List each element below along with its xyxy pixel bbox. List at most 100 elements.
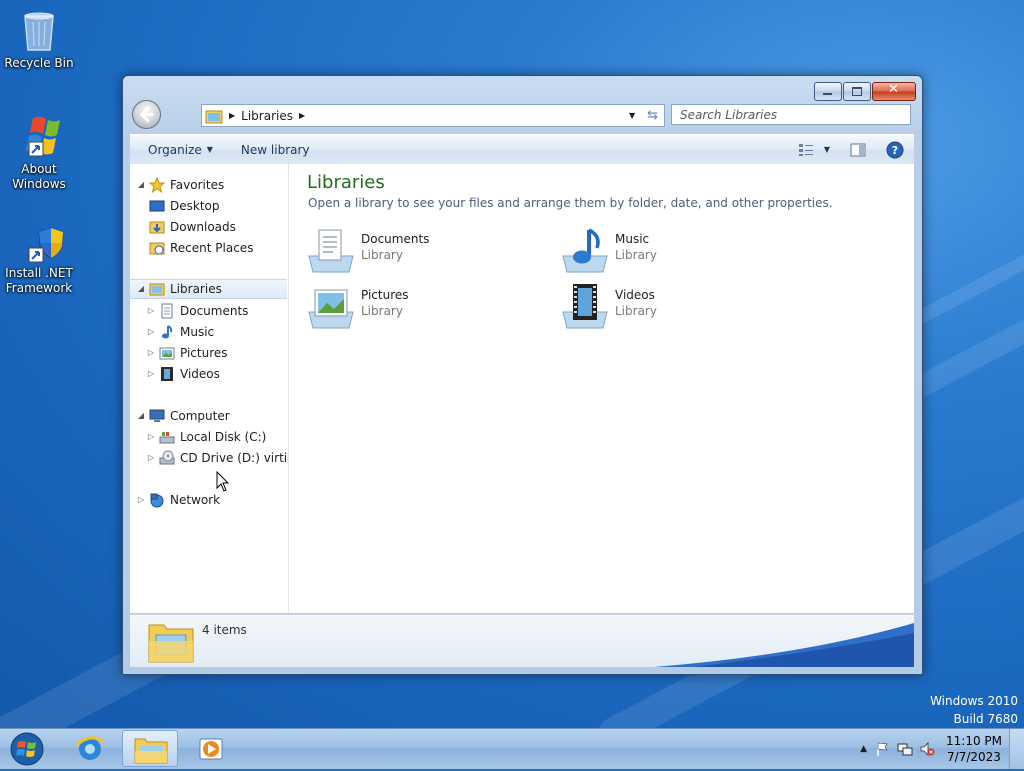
nav-computer[interactable]: ◢ Computer bbox=[136, 406, 230, 426]
library-documents[interactable]: Documents Library bbox=[307, 226, 537, 276]
search-input[interactable]: Search Libraries bbox=[671, 104, 911, 125]
pictures-icon bbox=[159, 345, 175, 361]
recycle-bin-label: Recycle Bin bbox=[4, 56, 74, 70]
libraries-folder-large-icon bbox=[148, 624, 194, 663]
explorer-folder-icon bbox=[134, 738, 168, 764]
clock-date: 7/7/2023 bbox=[947, 750, 1001, 764]
search-placeholder: Search Libraries bbox=[680, 107, 778, 122]
nav-local-disk-label: Local Disk (C:) bbox=[180, 430, 267, 444]
address-bar[interactable]: ▶ Libraries ▶ ▼ ⇆ bbox=[201, 104, 665, 127]
install-net-label-1: Install .NET bbox=[5, 266, 73, 280]
collapsed-triangle-icon[interactable]: ▷ bbox=[146, 301, 156, 321]
library-music[interactable]: Music Library bbox=[561, 226, 791, 276]
start-button[interactable] bbox=[6, 731, 48, 767]
chevron-down-icon: ▼ bbox=[206, 145, 213, 154]
computer-icon bbox=[149, 408, 165, 424]
nav-videos[interactable]: ▷ Videos bbox=[146, 364, 220, 384]
minimize-icon bbox=[823, 93, 832, 95]
collapsed-triangle-icon[interactable]: ▷ bbox=[146, 448, 156, 468]
nav-documents-label: Documents bbox=[180, 304, 249, 318]
recycle-bin-icon bbox=[15, 6, 63, 54]
watermark-line-2: Build 7680 bbox=[953, 712, 1018, 726]
nav-computer-label: Computer bbox=[170, 409, 230, 423]
recycle-bin-desktop-icon[interactable]: Recycle Bin bbox=[1, 6, 77, 71]
organize-label: Organize bbox=[148, 142, 202, 157]
action-center-flag-icon[interactable] bbox=[875, 741, 891, 757]
breadcrumb-libraries[interactable]: Libraries bbox=[241, 109, 293, 123]
nav-local-disk[interactable]: ▷ Local Disk (C:) bbox=[146, 427, 266, 447]
show-hidden-icons-chevron-icon[interactable]: ▲ bbox=[860, 744, 867, 754]
nav-desktop-label: Desktop bbox=[170, 199, 220, 213]
chevron-down-icon: ▼ bbox=[823, 145, 830, 154]
clock[interactable]: 11:10 PM 7/7/2023 bbox=[939, 733, 1009, 765]
library-videos[interactable]: Videos Library bbox=[561, 282, 791, 332]
page-description: Open a library to see your files and arr… bbox=[308, 196, 833, 210]
libraries-view: Libraries Open a library to see your fil… bbox=[289, 164, 914, 613]
system-tray: ▲ 11:10 PM 7/7/2023 bbox=[860, 729, 1024, 769]
collapsed-triangle-icon[interactable]: ▷ bbox=[136, 490, 146, 510]
maximize-button[interactable] bbox=[843, 82, 871, 101]
nav-desktop[interactable]: Desktop bbox=[146, 196, 220, 216]
breadcrumb-chevron-icon[interactable]: ▶ bbox=[229, 111, 235, 120]
downloads-folder-icon bbox=[149, 219, 165, 235]
preview-pane-button[interactable] bbox=[840, 143, 876, 157]
nav-music[interactable]: ▷ Music bbox=[146, 322, 214, 342]
breadcrumb-chevron-icon[interactable]: ▶ bbox=[299, 111, 305, 120]
change-view-button[interactable]: ▼ bbox=[788, 143, 840, 157]
library-videos-type: Library bbox=[615, 304, 657, 318]
start-orb-icon bbox=[10, 732, 44, 766]
expanded-triangle-icon[interactable]: ◢ bbox=[136, 406, 146, 426]
mouse-cursor-icon bbox=[216, 471, 230, 492]
taskbar-internet-explorer[interactable] bbox=[62, 730, 118, 767]
nav-cd-drive[interactable]: ▷ CD Drive (D:) virtio-w bbox=[146, 448, 288, 468]
library-music-type: Library bbox=[615, 248, 657, 262]
nav-network-label: Network bbox=[170, 493, 221, 507]
minimize-button[interactable] bbox=[814, 82, 842, 101]
close-button[interactable]: ✕ bbox=[872, 82, 916, 101]
collapsed-triangle-icon[interactable]: ▷ bbox=[146, 343, 156, 363]
nav-pictures[interactable]: ▷ Pictures bbox=[146, 343, 228, 363]
nav-documents[interactable]: ▷ Documents bbox=[146, 301, 248, 321]
recent-places-icon bbox=[149, 240, 165, 256]
address-dropdown-icon[interactable]: ▼ bbox=[629, 111, 635, 120]
taskbar: ▲ 11:10 PM 7/7/2023 bbox=[0, 728, 1024, 769]
collapsed-triangle-icon[interactable]: ▷ bbox=[146, 364, 156, 384]
library-pictures[interactable]: Pictures Library bbox=[307, 282, 537, 332]
back-button[interactable] bbox=[132, 100, 161, 129]
star-icon bbox=[148, 176, 166, 194]
help-button[interactable]: ? bbox=[876, 141, 914, 159]
install-net-desktop-icon[interactable]: Install .NET Framework bbox=[1, 216, 77, 296]
refresh-icon[interactable]: ⇆ bbox=[647, 108, 658, 123]
expanded-triangle-icon[interactable]: ◢ bbox=[136, 279, 146, 299]
taskbar-windows-explorer[interactable] bbox=[122, 730, 178, 767]
library-documents-type: Library bbox=[361, 248, 403, 262]
nav-network[interactable]: ▷ Network bbox=[136, 490, 220, 510]
back-arrow-icon bbox=[139, 106, 154, 123]
volume-muted-icon[interactable] bbox=[919, 741, 935, 757]
collapsed-triangle-icon[interactable]: ▷ bbox=[146, 427, 156, 447]
watermark-line-1: Windows 2010 bbox=[930, 694, 1018, 708]
organize-button[interactable]: Organize ▼ bbox=[138, 143, 223, 157]
details-swoosh-decoration bbox=[654, 623, 914, 667]
help-icon: ? bbox=[886, 141, 904, 158]
nav-downloads-label: Downloads bbox=[170, 220, 236, 234]
collapsed-triangle-icon[interactable]: ▷ bbox=[146, 322, 156, 342]
explorer-window: ✕ ▶ Libraries ▶ ▼ ⇆ Search Libraries Org… bbox=[122, 75, 923, 675]
nav-downloads[interactable]: Downloads bbox=[146, 217, 236, 237]
nav-recent-places[interactable]: Recent Places bbox=[146, 238, 253, 258]
taskbar-media-player[interactable] bbox=[182, 730, 238, 767]
nav-pictures-label: Pictures bbox=[180, 346, 228, 360]
new-library-button[interactable]: New library bbox=[231, 143, 320, 157]
preview-pane-icon bbox=[850, 143, 866, 156]
maximize-icon bbox=[852, 87, 862, 96]
show-desktop-button[interactable] bbox=[1009, 729, 1024, 769]
network-status-icon[interactable] bbox=[897, 741, 913, 757]
nav-favorites[interactable]: ◢ Favorites bbox=[136, 175, 224, 195]
expanded-triangle-icon[interactable]: ◢ bbox=[136, 175, 146, 195]
media-player-icon bbox=[199, 738, 223, 760]
nav-videos-label: Videos bbox=[180, 367, 220, 381]
details-pane: 4 items bbox=[130, 614, 914, 667]
nav-libraries[interactable]: ◢ Libraries bbox=[130, 279, 287, 299]
about-windows-desktop-icon[interactable]: About Windows bbox=[1, 112, 77, 192]
libraries-folder-icon bbox=[205, 110, 223, 123]
